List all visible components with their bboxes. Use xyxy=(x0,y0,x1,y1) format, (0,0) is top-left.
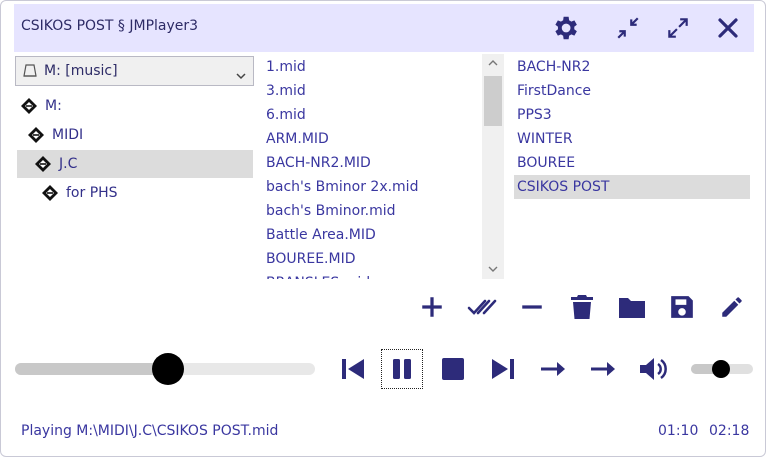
remove-icon xyxy=(522,305,542,309)
drive-icon xyxy=(22,63,38,83)
add-button[interactable] xyxy=(415,290,449,324)
folder-node-icon xyxy=(21,98,37,114)
maximize-button[interactable] xyxy=(661,12,695,44)
expand-icon xyxy=(668,18,688,38)
arrow-right-icon xyxy=(541,362,565,376)
compress-icon xyxy=(617,17,639,39)
tree-item[interactable]: J.C xyxy=(17,150,253,178)
pause-icon xyxy=(393,359,411,379)
folder-node-icon xyxy=(35,156,51,172)
remove-button[interactable] xyxy=(515,290,549,324)
seek-handle[interactable] xyxy=(152,353,184,385)
drive-select[interactable]: M: [music] xyxy=(15,56,254,86)
delete-button[interactable] xyxy=(565,290,599,324)
play-order-button[interactable] xyxy=(582,349,624,389)
file-list-item[interactable]: Battle Area.MID xyxy=(266,223,376,247)
add-icon xyxy=(422,297,442,317)
close-button[interactable] xyxy=(711,12,745,44)
previous-icon xyxy=(342,359,364,379)
elapsed-time: 01:10 xyxy=(658,423,699,439)
folder-node-icon xyxy=(28,127,44,143)
stop-icon xyxy=(442,358,464,380)
file-list-item[interactable]: BACH-NR2.MID xyxy=(266,151,371,175)
chevron-down-icon xyxy=(235,66,247,85)
status-text: Playing M:\MIDI\J.C\CSIKOS POST.mid xyxy=(21,423,279,439)
file-list-item[interactable]: bach's Bminor 2x.mid xyxy=(266,175,418,199)
player-window: CSIKOS POST § JMPlayer3 M: [music] M: MI… xyxy=(0,0,766,457)
minimize-button[interactable] xyxy=(611,12,645,44)
seek-progress xyxy=(15,363,168,375)
file-list-scrollbar[interactable] xyxy=(482,54,504,279)
volume-icon xyxy=(640,358,667,380)
stop-button[interactable] xyxy=(432,349,474,389)
edit-icon xyxy=(722,297,742,317)
tree-item-label: J.C xyxy=(59,156,78,172)
scroll-up-icon[interactable] xyxy=(487,58,499,68)
next-button[interactable] xyxy=(482,349,524,389)
save-icon xyxy=(671,296,693,318)
arrow-right-icon xyxy=(591,362,615,376)
file-list-item[interactable]: 1.mid xyxy=(266,55,306,79)
file-list-item[interactable]: ARM.MID xyxy=(266,127,329,151)
settings-button[interactable] xyxy=(548,12,582,44)
tree-item[interactable]: MIDI xyxy=(28,121,83,149)
playlist-item[interactable]: FirstDance xyxy=(514,79,750,103)
file-list-item[interactable]: 3.mid xyxy=(266,79,306,103)
select-all-icon xyxy=(467,299,497,315)
repeat-mode-button[interactable] xyxy=(532,349,574,389)
open-folder-button[interactable] xyxy=(615,290,649,324)
scroll-down-icon[interactable] xyxy=(487,264,499,274)
file-list[interactable]: 1.mid 3.mid 6.mid ARM.MID BACH-NR2.MID bach's… xyxy=(260,54,504,279)
open-folder-icon xyxy=(619,298,645,318)
volume-handle[interactable] xyxy=(711,360,730,378)
tree-item[interactable]: for PHS xyxy=(42,179,118,207)
file-list-item[interactable]: 6.mid xyxy=(266,103,306,127)
file-list-item[interactable]: bach's Bminor.mid xyxy=(266,199,396,223)
drive-select-value: M: [music] xyxy=(44,63,118,79)
file-list-item[interactable]: BOUREE.MID xyxy=(266,247,355,271)
next-icon xyxy=(492,359,514,379)
playlist-item[interactable]: BOUREE xyxy=(514,151,750,175)
gear-icon xyxy=(555,16,577,40)
pause-button[interactable] xyxy=(381,349,423,389)
save-button[interactable] xyxy=(665,290,699,324)
tree-item-label: M: xyxy=(45,98,62,114)
tree-item[interactable]: M: xyxy=(21,92,62,120)
window-title: CSIKOS POST § JMPlayer3 xyxy=(21,18,199,34)
folder-node-icon xyxy=(42,185,58,201)
close-icon xyxy=(718,18,738,38)
delete-icon xyxy=(571,295,593,319)
playlist-item[interactable]: CSIKOS POST xyxy=(514,175,750,199)
edit-button[interactable] xyxy=(715,290,749,324)
scrollbar-thumb[interactable] xyxy=(484,76,502,126)
previous-button[interactable] xyxy=(332,349,374,389)
playlist-item[interactable]: PPS3 xyxy=(514,103,750,127)
tree-item-label: for PHS xyxy=(66,185,118,201)
playlist-item[interactable]: BACH-NR2 xyxy=(514,55,750,79)
total-time: 02:18 xyxy=(709,423,750,439)
select-all-button[interactable] xyxy=(465,290,499,324)
title-bar: CSIKOS POST § JMPlayer3 xyxy=(14,4,754,52)
mute-button[interactable] xyxy=(632,349,674,389)
tree-item-label: MIDI xyxy=(52,127,84,143)
playlist-item[interactable]: WINTER xyxy=(514,127,750,151)
file-list-item[interactable]: BRANSLES.mid xyxy=(266,271,370,279)
